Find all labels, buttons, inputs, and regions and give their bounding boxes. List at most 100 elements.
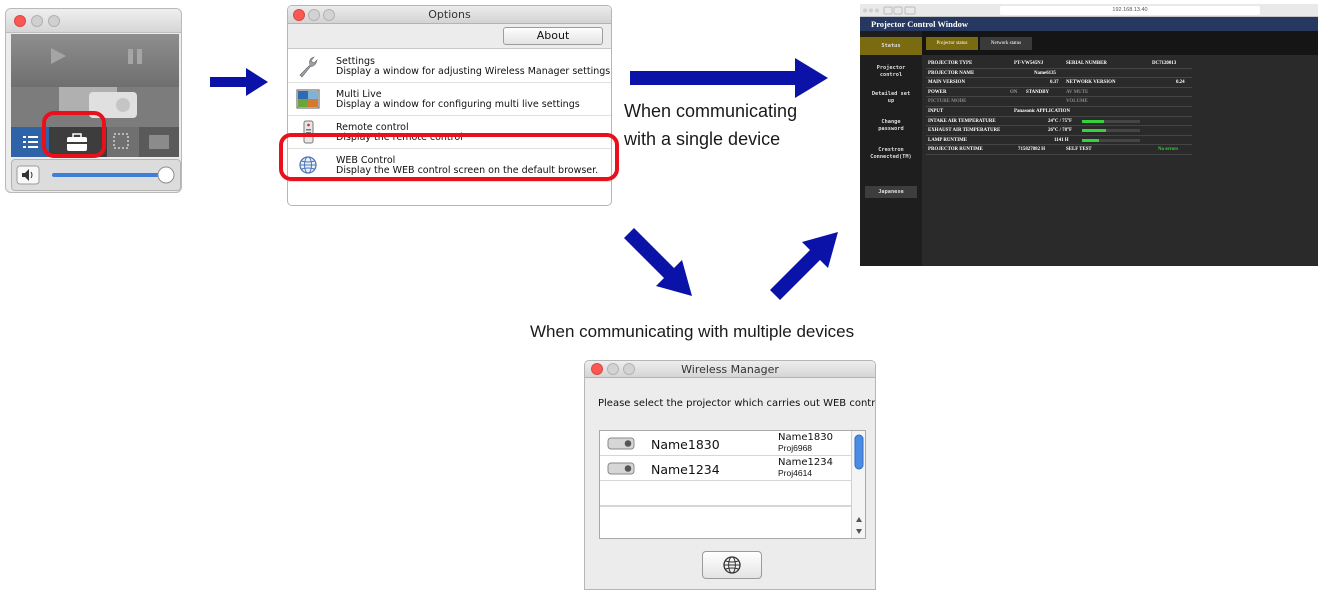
options-item-multi-live[interactable]: Multi Live Display a window for configur… [288,83,611,116]
close-window-button[interactable] [293,9,305,21]
row-key-2: SERIAL NUMBER [1066,61,1107,66]
projector-icon [607,462,635,475]
row-value: 24°C / 75°F [1048,118,1073,124]
browser-nav-icons [863,6,916,15]
volume-slider-track[interactable] [52,173,168,177]
row-key-2: NETWORK VERSION [1066,80,1116,86]
address-bar[interactable]: 192.168.13.40 [1000,6,1260,15]
playback-controls [11,34,179,87]
row-key: PROJECTOR TYPE [928,61,973,66]
table-row: PROJECTOR RUNTIME 715827882 H SELF TEST … [926,145,1192,155]
tab-network-status[interactable]: Network status [980,37,1032,50]
select-area-button[interactable] [107,127,139,157]
row-key: PROJECTOR NAME [928,70,975,76]
projector-name: Name1234 [651,462,720,477]
row-key: POWER [928,89,947,95]
row-key: PICTURE MODE [928,99,967,105]
list-item-empty [600,481,852,506]
device-select-title-bar: Wireless Manager [585,361,875,378]
close-window-button[interactable] [14,15,26,27]
pause-icon-bar [137,49,142,64]
multiple-devices-label: When communicating with multiple devices [530,322,855,341]
table-row: PICTURE MODE VOLUME [926,97,1192,107]
minimize-window-button[interactable] [31,15,43,27]
projector-detail-name: Name1830 [778,432,833,443]
row-key: PROJECTOR RUNTIME [928,147,983,153]
sidebar-item-crestron[interactable]: Crestron Connected(TM) [866,147,916,161]
pause-icon[interactable] [128,49,133,64]
row-value-2: 0.24 [1176,80,1185,86]
sidebar-item-japanese[interactable]: Japanese [863,189,919,196]
highlight-options-button [42,111,106,158]
wrench-icon [299,56,318,78]
browser-toolbar: 192.168.13.40 [860,4,1318,17]
about-button[interactable]: About [503,27,603,45]
lamp-runtime-bar [1082,138,1140,142]
volume-panel [11,159,181,191]
select-prompt: Please select the projector which carrie… [598,398,876,409]
single-device-label-line1: When communicating [624,101,798,121]
row-value: 715827882 H [1018,147,1046,153]
playback-svg [51,48,142,64]
arrow-right-1 [210,68,268,96]
scroll-down-icon[interactable] [856,529,862,534]
list-item[interactable]: Name1234 Name1234 Proj4614 [600,456,852,481]
row-value: Name6135 [1034,70,1057,76]
title-bar [6,9,181,33]
table-row: INTAKE AIR TEMPERATURE 24°C / 75°F [926,117,1192,127]
scroll-thumb[interactable] [854,434,864,470]
arrow-down-right [624,228,692,296]
minimize-window-button[interactable] [308,9,320,21]
zoom-window-button[interactable] [48,15,60,27]
multi-live-icon [296,89,320,109]
projector-name: Name1830 [651,437,720,452]
row-key-2: VOLUME [1066,99,1088,105]
projector-control-browser: 192.168.13.40 Projector Control Window S… [860,4,1318,266]
table-row: INPUT Panasonic APPLICATION [926,107,1192,117]
device-select-window: Wireless Manager Please select the proje… [584,360,876,590]
table-row: PROJECTOR TYPE PT-VW545NJ SERIAL NUMBER … [926,59,1192,69]
projector-detail-id: Proj4614 [778,468,813,478]
power-on-value: ON [1010,89,1018,95]
list-scrollbar[interactable] [851,431,865,538]
device-select-title: Wireless Manager [681,363,779,376]
projector-lens [116,98,130,112]
sidebar-item-status[interactable]: Status [863,43,919,50]
options-header-strip: About [288,24,611,49]
table-row: EXHAUST AIR TEMPERATURE 26°C / 78°F [926,126,1192,136]
row-value: 0.37 [1050,80,1059,86]
window-icon [149,135,169,149]
zoom-window-button[interactable] [623,363,635,375]
status-bar-fill [1082,119,1105,123]
close-window-button[interactable] [591,363,603,375]
status-bar-fill [1082,138,1100,142]
list-icon [23,136,38,148]
scroll-up-icon[interactable] [856,517,862,522]
tab-projector-status[interactable]: Projector status [926,37,978,50]
status-bar-fill [1082,129,1107,133]
play-icon[interactable] [51,48,66,64]
status-table: PROJECTOR TYPE PT-VW545NJ SERIAL NUMBER … [926,59,1192,155]
projector-list: Name1830 Name1830 Proj6968 Name1234 Name… [599,430,866,539]
row-value-2: DC7120013 [1152,61,1177,66]
options-item-settings[interactable]: Settings Display a window for adjusting … [288,50,611,83]
zoom-window-button[interactable] [323,9,335,21]
volume-svg [16,165,175,185]
minimize-window-button[interactable] [607,363,619,375]
arrow-up-right [770,232,838,300]
row-value: 1141 H [1054,137,1069,143]
list-item-empty [600,506,852,531]
sidebar-item-detailed-set-up[interactable]: Detailed set up [871,91,911,105]
table-row: MAIN VERSION 0.37 NETWORK VERSION 0.24 [926,78,1192,88]
volume-slider-knob[interactable] [157,166,175,184]
list-item[interactable]: Name1830 Name1830 Proj6968 [600,431,852,456]
sidebar-item-change-password[interactable]: Change password [869,119,913,133]
sidebar-item-projector-control[interactable]: Projector control [867,65,915,79]
row-key: LAMP RUNTIME [928,137,967,143]
row-value: PT-VW545NJ [1014,61,1044,66]
highlight-web-control [279,133,619,181]
wireless-manager-main-window [5,8,182,193]
control-sidebar: Status Projector control Detailed set up… [860,31,922,266]
row-key: EXHAUST AIR TEMPERATURE [928,128,1001,134]
web-control-button[interactable] [702,551,762,579]
